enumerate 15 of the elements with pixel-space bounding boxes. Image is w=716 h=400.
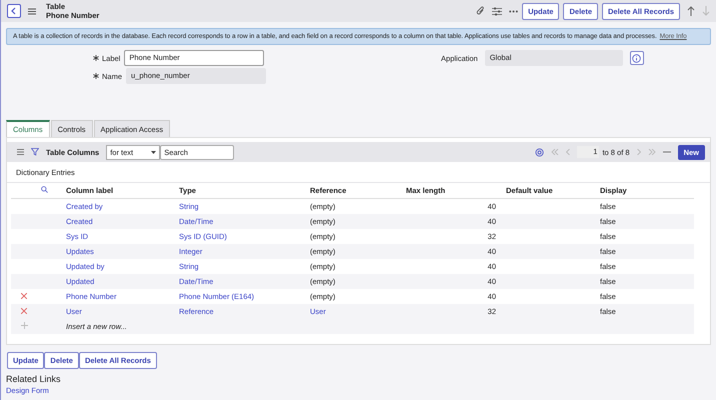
related-links-heading: Related Links	[5, 373, 62, 384]
arrow-up-icon[interactable]	[687, 6, 695, 16]
search-icon[interactable]	[41, 186, 48, 193]
menu-icon[interactable]	[17, 149, 24, 155]
paperclip-icon[interactable]	[476, 6, 486, 16]
caret-icon	[151, 150, 156, 154]
back-icon	[10, 7, 18, 15]
info-button[interactable]	[630, 51, 644, 65]
sliders-icon[interactable]	[492, 6, 502, 16]
delete-icon[interactable]	[21, 308, 27, 314]
menu-icon[interactable]	[28, 8, 36, 14]
more-icon[interactable]	[509, 10, 518, 12]
back-button[interactable]	[7, 4, 21, 18]
filter-icon[interactable]	[31, 148, 39, 156]
delete-icon[interactable]	[21, 293, 27, 299]
